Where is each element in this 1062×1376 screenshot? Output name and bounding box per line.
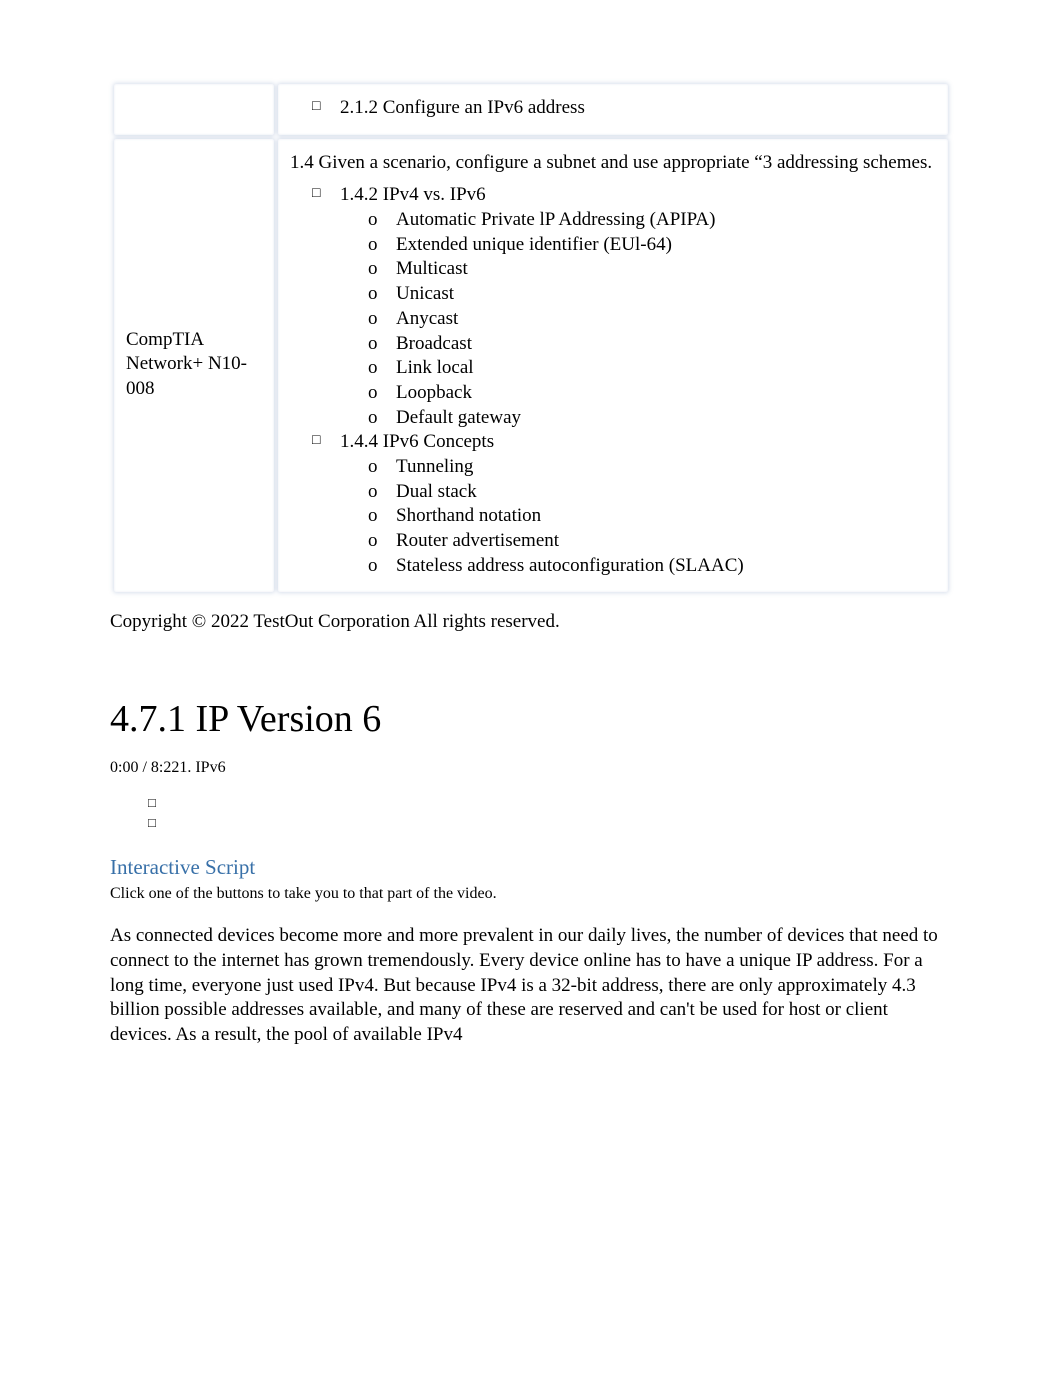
list-sub-item: oLink local <box>290 356 936 381</box>
interactive-script-heading[interactable]: Interactive Script <box>110 854 952 881</box>
list-sub-item: oBroadcast <box>290 332 936 357</box>
sub-bullet-icon: o <box>368 356 396 381</box>
list-sub-item: oAnycast <box>290 307 936 332</box>
list-sub-item: oDefault gateway <box>290 406 936 431</box>
list-sub-item: oUnicast <box>290 282 936 307</box>
sub-bullet-icon: o <box>368 406 396 431</box>
list-sub-item: oExtended unique identifier (EUl-64) <box>290 233 936 258</box>
list-sub-item: oStateless address autoconfiguration (SL… <box>290 554 936 579</box>
sub-bullet-icon: o <box>368 208 396 233</box>
list-sub-item: oLoopback <box>290 381 936 406</box>
list-sub-item-label: Broadcast <box>396 332 472 357</box>
list-item: □ 1.4.2 IPv4 vs. IPv6 <box>290 183 936 208</box>
list-sub-item-label: Shorthand notation <box>396 504 541 529</box>
row2-right-cell: 1.4 Given a scenario, configure a subnet… <box>278 139 948 593</box>
list-sub-item-label: Automatic Private lP Addressing (APIPA) <box>396 208 715 233</box>
bullet-icon: □ <box>148 813 952 833</box>
list-sub-item: oDual stack <box>290 480 936 505</box>
bullet-icon: □ <box>312 183 340 208</box>
sub-bullet-icon: o <box>368 233 396 258</box>
list1-container: oAutomatic Private lP Addressing (APIPA)… <box>290 208 936 430</box>
row1-left-cell <box>114 84 274 135</box>
bullet-icon: □ <box>312 430 340 455</box>
bullet-icon: □ <box>148 793 952 813</box>
list-item: □ 2.1.2 Configure an IPv6 address <box>290 96 936 121</box>
list-sub-item-label: Extended unique identifier (EUl-64) <box>396 233 672 258</box>
list-sub-item: oAutomatic Private lP Addressing (APIPA) <box>290 208 936 233</box>
sub-bullet-icon: o <box>368 504 396 529</box>
list-item: □ 1.4.4 IPv6 Concepts <box>290 430 936 455</box>
copyright-text: Copyright © 2022 TestOut Corporation All… <box>110 610 952 635</box>
sub-bullet-icon: o <box>368 529 396 554</box>
empty-bullet-list: □ □ <box>110 793 952 832</box>
bullet-icon: □ <box>312 96 340 121</box>
list-sub-item: oTunneling <box>290 455 936 480</box>
list-sub-item-label: Tunneling <box>396 455 473 480</box>
list-sub-item-label: Link local <box>396 356 474 381</box>
interactive-script-sub: Click one of the buttons to take you to … <box>110 884 952 905</box>
row1-right-cell: □ 2.1.2 Configure an IPv6 address <box>278 84 948 135</box>
list-sub-item: oMulticast <box>290 257 936 282</box>
list2-label: 1.4.4 IPv6 Concepts <box>340 430 494 455</box>
list-sub-item-label: Router advertisement <box>396 529 559 554</box>
sub-bullet-icon: o <box>368 307 396 332</box>
row2-left-cell: CompTIA Network+ N10-008 <box>114 139 274 593</box>
list-sub-item: oShorthand notation <box>290 504 936 529</box>
row2-left-label: CompTIA Network+ N10-008 <box>126 329 247 399</box>
sub-bullet-icon: o <box>368 381 396 406</box>
row1-item: 2.1.2 Configure an IPv6 address <box>340 96 585 121</box>
list-sub-item-label: Unicast <box>396 282 454 307</box>
objectives-table: □ 2.1.2 Configure an IPv6 address CompTI… <box>110 80 952 596</box>
timecode-text: 0:00 / 8:221. IPv6 <box>110 758 952 779</box>
list-sub-item-label: Multicast <box>396 257 468 282</box>
list-sub-item-label: Default gateway <box>396 406 521 431</box>
sub-bullet-icon: o <box>368 257 396 282</box>
table-row: □ 2.1.2 Configure an IPv6 address <box>114 84 948 135</box>
sub-bullet-icon: o <box>368 282 396 307</box>
sub-bullet-icon: o <box>368 554 396 579</box>
list-sub-item-label: Stateless address autoconfiguration (SLA… <box>396 554 744 579</box>
list1-label: 1.4.2 IPv4 vs. IPv6 <box>340 183 486 208</box>
list-sub-item-label: Dual stack <box>396 480 477 505</box>
sub-bullet-icon: o <box>368 455 396 480</box>
list-sub-item: oRouter advertisement <box>290 529 936 554</box>
row2-intro: 1.4 Given a scenario, configure a subnet… <box>290 151 936 176</box>
list2-container: oTunnelingoDual stackoShorthand notation… <box>290 455 936 578</box>
sub-bullet-icon: o <box>368 332 396 357</box>
list-sub-item-label: Anycast <box>396 307 458 332</box>
sub-bullet-icon: o <box>368 480 396 505</box>
body-paragraph: As connected devices become more and mor… <box>110 924 952 1047</box>
table-row: CompTIA Network+ N10-008 1.4 Given a sce… <box>114 139 948 593</box>
list-sub-item-label: Loopback <box>396 381 472 406</box>
section-title: 4.7.1 IP Version 6 <box>110 695 952 744</box>
